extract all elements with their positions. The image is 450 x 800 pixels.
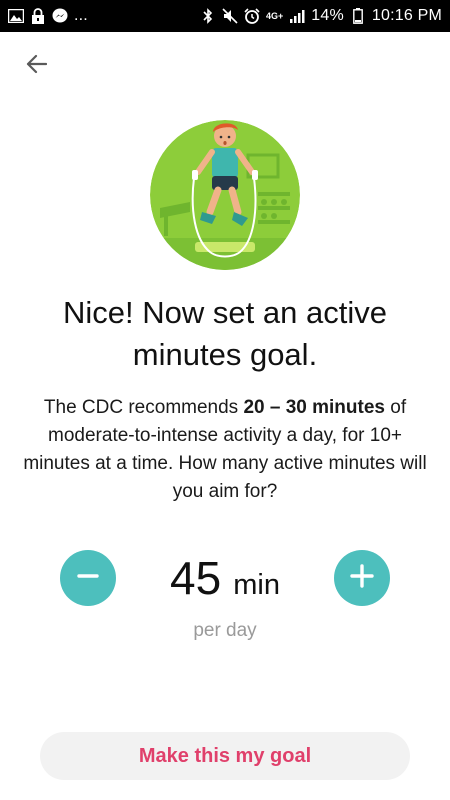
status-bar: ... 4G+ 14% 10:16 PM [0,0,450,32]
back-button[interactable] [20,50,52,82]
goal-period: per day [193,620,257,641]
battery-percent: 14% [311,7,344,24]
make-goal-button[interactable]: Make this my goal [40,732,410,780]
goal-unit: min [233,569,280,601]
messenger-icon [52,8,68,24]
decrease-goal-button[interactable] [60,550,116,606]
page-title: Nice! Now set an active minutes goal. [63,295,387,372]
person-jumping-rope-illustration [150,120,300,270]
lock-icon [30,8,46,24]
arrow-left-icon [25,54,48,79]
increase-goal-button[interactable] [334,550,390,606]
description-highlight: 20 – 30 minutes [243,397,385,418]
hero-illustration [150,120,300,270]
plus-icon [348,562,376,595]
status-bar-left: ... [8,7,88,25]
status-overflow: ... [74,7,88,24]
battery-icon [350,8,366,24]
image-icon [8,8,24,24]
description-prefix: The CDC recommends [43,397,244,418]
goal-number: 45 [170,552,222,604]
bluetooth-icon [200,8,216,24]
signal-icon [289,8,305,24]
network-type-label: 4G+ [266,10,284,21]
mute-icon [222,8,238,24]
goal-value-display: 45 min [130,550,320,606]
status-time: 10:16 PM [371,7,442,24]
alarm-icon [244,8,260,24]
status-bar-right: 4G+ 14% 10:16 PM [200,7,442,25]
goal-description: The CDC recommends 20 – 30 minutes of mo… [22,394,428,506]
minus-icon [76,564,100,593]
